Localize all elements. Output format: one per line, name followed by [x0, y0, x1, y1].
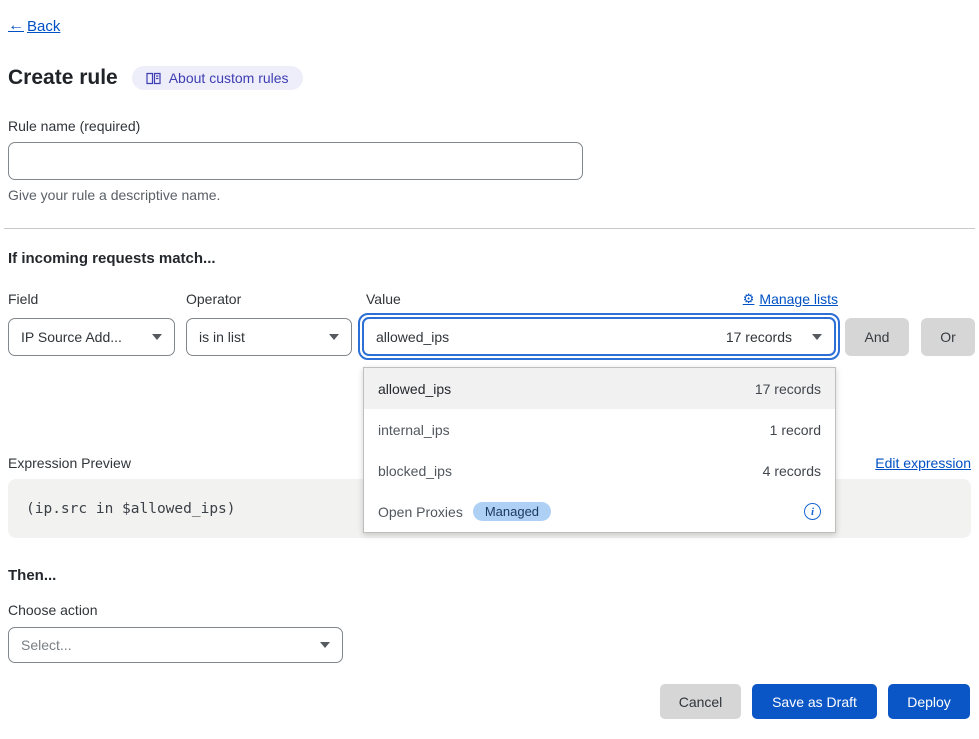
- value-selected-meta: 17 records: [726, 329, 792, 345]
- cancel-button[interactable]: Cancel: [660, 684, 741, 719]
- deploy-button[interactable]: Deploy: [888, 684, 970, 719]
- back-link[interactable]: ← Back: [8, 17, 60, 35]
- or-button[interactable]: Or: [921, 318, 975, 356]
- create-rule-page: ← Back Create rule About custom rules Ru…: [0, 0, 979, 739]
- list-option-name: blocked_ips: [378, 463, 452, 479]
- choose-action-label: Choose action: [8, 602, 98, 618]
- about-custom-rules-label: About custom rules: [169, 70, 289, 86]
- operator-select[interactable]: is in list: [186, 318, 352, 356]
- list-option-name: allowed_ips: [378, 381, 451, 397]
- list-option-name: internal_ips: [378, 422, 450, 438]
- book-icon: [146, 72, 161, 85]
- chevron-down-icon: [320, 642, 330, 648]
- operator-label: Operator: [186, 291, 241, 307]
- save-as-draft-button[interactable]: Save as Draft: [752, 684, 877, 719]
- manage-lists-link[interactable]: ⚙ Manage lists: [743, 291, 838, 307]
- list-option-allowed-ips[interactable]: allowed_ips 17 records: [364, 368, 835, 409]
- expression-code: (ip.src in $allowed_ips): [26, 501, 236, 517]
- rule-name-label: Rule name (required): [8, 118, 140, 134]
- value-combobox-inner[interactable]: allowed_ips 17 records: [362, 317, 836, 356]
- back-arrow-icon: ←: [8, 17, 24, 35]
- list-option-records: 4 records: [763, 463, 821, 479]
- field-select-value: IP Source Add...: [21, 329, 122, 345]
- expression-preview-label: Expression Preview: [8, 455, 131, 471]
- list-option-records: 17 records: [755, 381, 821, 397]
- rule-name-help-text: Give your rule a descriptive name.: [8, 187, 220, 203]
- value-selected-name: allowed_ips: [376, 329, 449, 345]
- choose-action-select[interactable]: Select...: [8, 627, 343, 663]
- gear-icon: ⚙: [743, 291, 755, 307]
- lists-dropdown-menu: allowed_ips 17 records internal_ips 1 re…: [363, 367, 836, 533]
- choose-action-placeholder: Select...: [21, 637, 72, 653]
- then-section-heading: Then...: [8, 567, 56, 584]
- managed-badge: Managed: [473, 502, 551, 521]
- section-divider: [4, 228, 975, 229]
- manage-lists-label: Manage lists: [759, 291, 838, 307]
- list-option-internal-ips[interactable]: internal_ips 1 record: [364, 409, 835, 450]
- field-label: Field: [8, 291, 38, 307]
- list-option-records: 1 record: [770, 422, 821, 438]
- chevron-down-icon: [329, 334, 339, 340]
- and-button[interactable]: And: [845, 318, 909, 356]
- chevron-down-icon: [152, 334, 162, 340]
- value-label: Value: [366, 291, 401, 307]
- list-option-open-proxies[interactable]: Open Proxies Managed i: [364, 491, 835, 532]
- list-option-name: Open Proxies: [378, 504, 463, 520]
- rule-name-input[interactable]: [8, 142, 583, 180]
- match-section-heading: If incoming requests match...: [8, 250, 216, 267]
- info-icon[interactable]: i: [804, 503, 821, 520]
- chevron-down-icon: [812, 334, 822, 340]
- header-row: Create rule About custom rules: [8, 66, 303, 90]
- list-option-blocked-ips[interactable]: blocked_ips 4 records: [364, 450, 835, 491]
- back-label: Back: [27, 18, 60, 35]
- operator-select-value: is in list: [199, 329, 245, 345]
- about-custom-rules-link[interactable]: About custom rules: [132, 66, 303, 90]
- value-combobox[interactable]: allowed_ips 17 records: [358, 313, 840, 360]
- field-select[interactable]: IP Source Add...: [8, 318, 175, 356]
- edit-expression-link[interactable]: Edit expression: [875, 455, 971, 471]
- page-title: Create rule: [8, 66, 118, 90]
